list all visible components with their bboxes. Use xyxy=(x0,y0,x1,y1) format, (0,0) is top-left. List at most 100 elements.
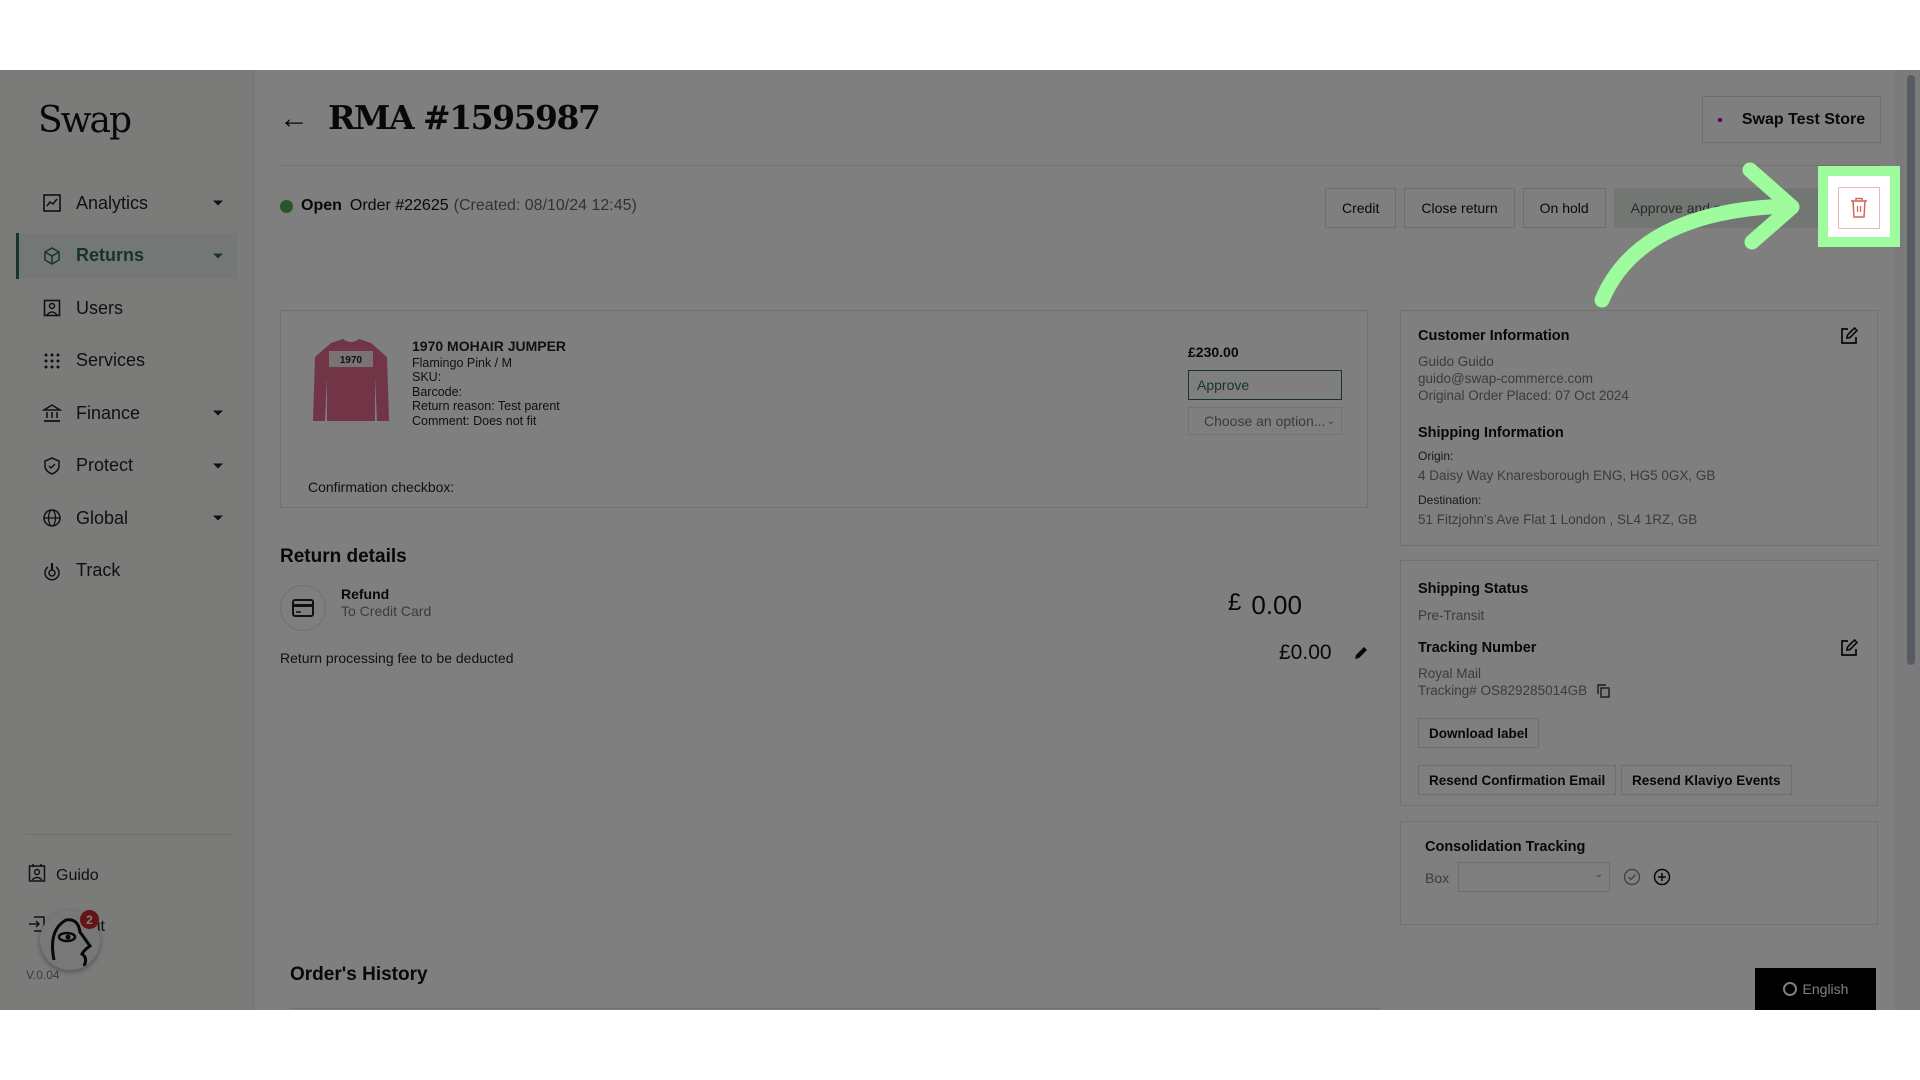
destination-address: 51 Fitzjohn's Ave Flat 1 London , SL4 1R… xyxy=(1418,512,1698,527)
sidebar-item-analytics[interactable]: Analytics xyxy=(16,180,237,226)
sidebar-item-track[interactable]: Track xyxy=(16,548,237,594)
processing-fee-amount: £0.00 xyxy=(1279,641,1332,664)
return-item-card: 1970 1970 MOHAIR JUMPER Flamingo Pink / … xyxy=(280,310,1368,508)
customer-info-title: Customer Information xyxy=(1418,328,1570,344)
scrollbar-thumb[interactable] xyxy=(1907,75,1915,665)
store-selector-button[interactable]: Swap Test Store xyxy=(1702,96,1881,143)
sidebar-item-protect[interactable]: Protect xyxy=(16,443,237,489)
edit-customer-icon[interactable] xyxy=(1839,326,1859,351)
on-hold-button[interactable]: On hold xyxy=(1522,188,1606,228)
product-variant: Flamingo Pink / M xyxy=(412,355,513,370)
sidebar-item-services[interactable]: Services xyxy=(16,338,237,384)
confirm-box-check-icon[interactable] xyxy=(1623,868,1641,891)
shipping-status-value: Pre-Transit xyxy=(1418,608,1485,623)
sidebar-item-label: Global xyxy=(76,507,129,528)
product-barcode: Barcode: xyxy=(412,384,463,399)
status-label: Open xyxy=(301,197,342,214)
language-selector-button[interactable]: English xyxy=(1755,968,1876,1010)
customer-email[interactable]: guido@swap-commerce.com xyxy=(1418,370,1629,387)
sidebar-nav: Analytics Returns Users Services Finance… xyxy=(16,180,237,600)
tracking-carrier: Royal Mail xyxy=(1418,666,1482,681)
tracking-number: Tracking# OS829285014GB xyxy=(1418,683,1588,698)
back-arrow-icon[interactable]: ← xyxy=(279,102,309,136)
refund-amount-value: 0.00 xyxy=(1251,590,1302,620)
customer-details: Guido Guido guido@swap-commerce.com Orig… xyxy=(1418,353,1629,404)
download-label-button[interactable]: Download label xyxy=(1418,718,1540,748)
language-label: English xyxy=(1802,981,1849,997)
sidebar-item-label: Analytics xyxy=(76,192,149,213)
sidebar-user[interactable]: Guido xyxy=(28,863,99,888)
caret-down-icon xyxy=(213,515,223,521)
approve-and-process-button[interactable]: Approve and process xyxy=(1613,188,1824,228)
top-margin xyxy=(0,0,1920,70)
origin-label: Origin: xyxy=(1418,449,1454,463)
sidebar-item-label: Users xyxy=(76,297,124,318)
item-option-select[interactable]: Choose an option... ⌄ xyxy=(1188,407,1342,435)
product-image-text: 1970 xyxy=(340,355,363,366)
resend-confirmation-email-button[interactable]: Resend Confirmation Email xyxy=(1418,765,1617,795)
chevron-down-icon: ⌄ xyxy=(1326,415,1335,427)
refund-method: Refund xyxy=(341,586,390,602)
sidebar-item-label: Services xyxy=(76,350,146,370)
edit-tracking-icon[interactable] xyxy=(1839,638,1859,663)
status-indicator xyxy=(280,199,293,213)
return-details-title: Return details xyxy=(280,546,407,567)
item-decision-select[interactable]: Approve xyxy=(1188,370,1342,400)
box-label: Box xyxy=(1425,870,1450,886)
shield-icon xyxy=(42,456,62,476)
shipping-status-panel: Shipping Status Pre-Transit Tracking Num… xyxy=(1400,560,1878,806)
product-return-reason: Return reason: Test parent xyxy=(412,399,560,414)
shipping-status-title: Shipping Status xyxy=(1418,581,1529,597)
edit-fee-pencil-icon[interactable] xyxy=(1353,645,1369,666)
header-divider xyxy=(280,165,1880,166)
sidebar-item-users[interactable]: Users xyxy=(16,285,237,331)
caret-down-icon xyxy=(213,410,223,416)
sidebar-user-label: Guido xyxy=(56,866,99,884)
consolidation-tracking-panel: Consolidation Tracking Box ⌄ xyxy=(1400,821,1878,925)
add-box-plus-icon[interactable] xyxy=(1653,868,1671,891)
delete-return-button[interactable] xyxy=(1838,187,1880,229)
caret-down-icon xyxy=(213,463,223,468)
customer-order-placed: Original Order Placed: 07 Oct 2024 xyxy=(1418,388,1629,403)
credit-button[interactable]: Credit xyxy=(1325,188,1397,228)
sidebar-item-label: Protect xyxy=(76,455,134,475)
order-history-divider xyxy=(290,1008,1380,1009)
sidebar-item-finance[interactable]: Finance xyxy=(16,390,237,436)
customer-name: Guido Guido xyxy=(1418,354,1494,369)
copy-icon[interactable] xyxy=(1597,683,1610,698)
trash-icon xyxy=(1851,197,1867,218)
box-icon xyxy=(42,246,62,266)
credit-card-icon xyxy=(292,599,314,617)
item-option-placeholder: Choose an option... xyxy=(1204,413,1326,429)
chevron-down-icon: ⌄ xyxy=(1594,869,1603,880)
sidebar-item-returns[interactable]: Returns xyxy=(16,232,237,279)
bottom-margin xyxy=(0,1010,1920,1080)
bank-icon xyxy=(42,403,62,423)
shipping-info-title: Shipping Information xyxy=(1418,425,1564,441)
sidebar-item-label: Finance xyxy=(76,402,141,423)
order-number[interactable]: Order #22625 xyxy=(350,197,449,215)
consolidation-title: Consolidation Tracking xyxy=(1425,839,1586,855)
swap-logo[interactable]: Swap xyxy=(38,100,132,141)
user-badge-icon xyxy=(28,863,46,888)
customer-info-panel: Customer Information Guido Guido guido@s… xyxy=(1400,310,1878,546)
tracking-number-title: Tracking Number xyxy=(1418,640,1537,656)
refund-destination: To Credit Card xyxy=(341,603,432,619)
main-content: ← RMA #1595987 Swap Test Store Open Orde… xyxy=(255,70,1895,1010)
close-return-button[interactable]: Close return xyxy=(1404,188,1515,228)
page-title: RMA #1595987 xyxy=(328,98,601,137)
track-icon xyxy=(42,561,62,581)
language-circle-icon xyxy=(1782,982,1797,996)
box-select[interactable]: ⌄ xyxy=(1458,862,1610,892)
app-version: V.0.04 xyxy=(26,968,60,982)
sidebar-item-global[interactable]: Global xyxy=(16,495,237,541)
product-sku: SKU: xyxy=(412,370,442,385)
order-history-title: Order's History xyxy=(290,964,428,985)
notification-badge: 2 xyxy=(80,910,99,929)
refund-currency: £ xyxy=(1228,589,1242,616)
resend-klaviyo-events-button[interactable]: Resend Klaviyo Events xyxy=(1621,765,1792,795)
product-comment: Comment: Does not fit xyxy=(412,413,537,428)
store-label: Swap Test Store xyxy=(1741,110,1866,128)
sidebar: Swap Analytics Returns Users Services Fi… xyxy=(0,70,254,1010)
confirmation-checkbox-label: Confirmation checkbox: xyxy=(308,479,455,495)
